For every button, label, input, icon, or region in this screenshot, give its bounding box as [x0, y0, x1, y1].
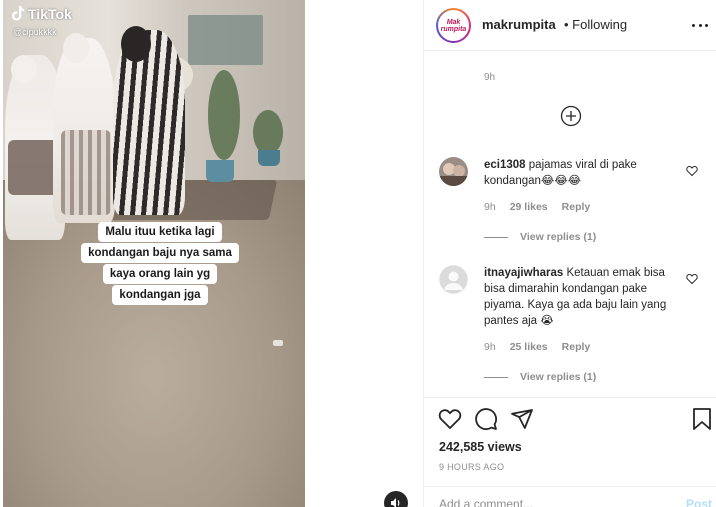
- video-scene-person: [11, 55, 37, 83]
- post-time-ago[interactable]: 9 HOURS AGO: [439, 462, 504, 472]
- post-comment-button[interactable]: Post: [686, 497, 712, 507]
- view-replies-line: [484, 236, 508, 238]
- post-side-panel: Mak rumpita makrumpita • Following 9h ec…: [423, 0, 716, 507]
- default-avatar-icon: [439, 265, 468, 294]
- comment-likes[interactable]: 25 likes: [510, 341, 548, 353]
- view-replies-line: [484, 376, 508, 378]
- add-comment-input[interactable]: [439, 497, 659, 507]
- view-count[interactable]: 242,585 views: [439, 440, 522, 454]
- post-media-area: TikTok @cipukkkk Malu ituu ketika lagi k…: [0, 0, 423, 507]
- comment-reply-button[interactable]: Reply: [562, 341, 591, 353]
- comment-reply-button[interactable]: Reply: [562, 201, 591, 213]
- following-button[interactable]: • Following: [564, 17, 627, 32]
- more-options-icon-dot: [698, 23, 702, 27]
- tiktok-icon: [12, 6, 25, 21]
- video-scene-person: [121, 26, 151, 62]
- comment-username[interactable]: eci1308: [484, 159, 526, 171]
- like-comment-icon[interactable]: [686, 165, 698, 177]
- post-header: Mak rumpita makrumpita • Following: [424, 0, 716, 51]
- comment-avatar[interactable]: [439, 265, 468, 294]
- more-options-icon-dot: [705, 23, 708, 27]
- view-replies-label: View replies (1): [520, 231, 597, 243]
- view-replies-button[interactable]: View replies (1): [484, 231, 596, 243]
- profile-avatar[interactable]: Mak rumpita: [436, 8, 471, 43]
- add-comment-bar: Post: [424, 486, 716, 507]
- video-scene-person: [63, 33, 89, 63]
- video-caption: Malu ituu ketika lagi kondangan baju nya…: [65, 222, 255, 305]
- speaker-icon: [391, 498, 400, 507]
- more-options-icon[interactable]: [692, 17, 708, 33]
- avatar-logo: Mak rumpita: [440, 18, 467, 33]
- comment-bubble-icon[interactable]: [474, 407, 498, 431]
- sound-toggle-button[interactable]: [384, 491, 408, 507]
- more-options-icon-dot: [692, 23, 695, 27]
- video-player[interactable]: TikTok @cipukkkk Malu ituu ketika lagi k…: [3, 0, 305, 507]
- video-scene-person: [61, 130, 111, 215]
- video-scene-pot: [258, 150, 280, 166]
- comment-time[interactable]: 9h: [484, 201, 496, 213]
- comment-meta: 9h 29 likes Reply: [484, 201, 604, 213]
- view-replies-button[interactable]: View replies (1): [484, 371, 596, 383]
- share-paper-plane-icon[interactable]: [510, 407, 534, 431]
- header-username[interactable]: makrumpita: [482, 17, 556, 32]
- comment-text: itnayajiwharas Ketauan emak bisa bisa di…: [484, 265, 684, 329]
- tiktok-watermark: TikTok: [11, 6, 72, 22]
- caption-line: kaya orang lain yg: [102, 264, 218, 284]
- video-scene-shelf: [188, 15, 263, 65]
- comment-time[interactable]: 9h: [484, 341, 496, 353]
- save-bookmark-icon[interactable]: [690, 407, 714, 431]
- like-comment-icon[interactable]: [686, 273, 698, 285]
- post-actions: 242,585 views 9 HOURS AGO Post: [424, 397, 716, 507]
- avatar-image: Mak rumpita: [438, 10, 469, 41]
- comment-meta: 9h 25 likes Reply: [484, 341, 604, 353]
- caption-line: Malu ituu ketika lagi: [98, 222, 222, 242]
- caption-line: kondangan jga: [112, 285, 208, 305]
- comment-avatar[interactable]: [439, 157, 468, 186]
- video-scene-mark: [273, 340, 283, 346]
- comment-avatar-image: [439, 157, 468, 186]
- comment-text: eci1308 pajamas viral di pake kondangan😂…: [484, 157, 684, 189]
- load-more-comments-icon[interactable]: [560, 105, 582, 127]
- comment-item: eci1308 pajamas viral di pake kondangan😂…: [424, 155, 716, 250]
- video-scene-plant: [253, 110, 283, 155]
- video-scene-person: [113, 30, 185, 215]
- view-replies-label: View replies (1): [520, 371, 597, 383]
- comment-username[interactable]: itnayajiwharas: [484, 267, 563, 279]
- caption-timestamp[interactable]: 9h: [484, 72, 495, 83]
- comment-likes[interactable]: 29 likes: [510, 201, 548, 213]
- video-scene-pot: [206, 160, 234, 182]
- like-heart-icon[interactable]: [438, 407, 462, 431]
- tiktok-logo-text: TikTok: [28, 6, 72, 22]
- tiktok-handle: @cipukkkk: [13, 27, 57, 37]
- caption-line: kondangan baju nya sama: [81, 243, 239, 263]
- video-scene-plant: [208, 70, 240, 160]
- comment-item: itnayajiwharas Ketauan emak bisa bisa di…: [424, 265, 716, 390]
